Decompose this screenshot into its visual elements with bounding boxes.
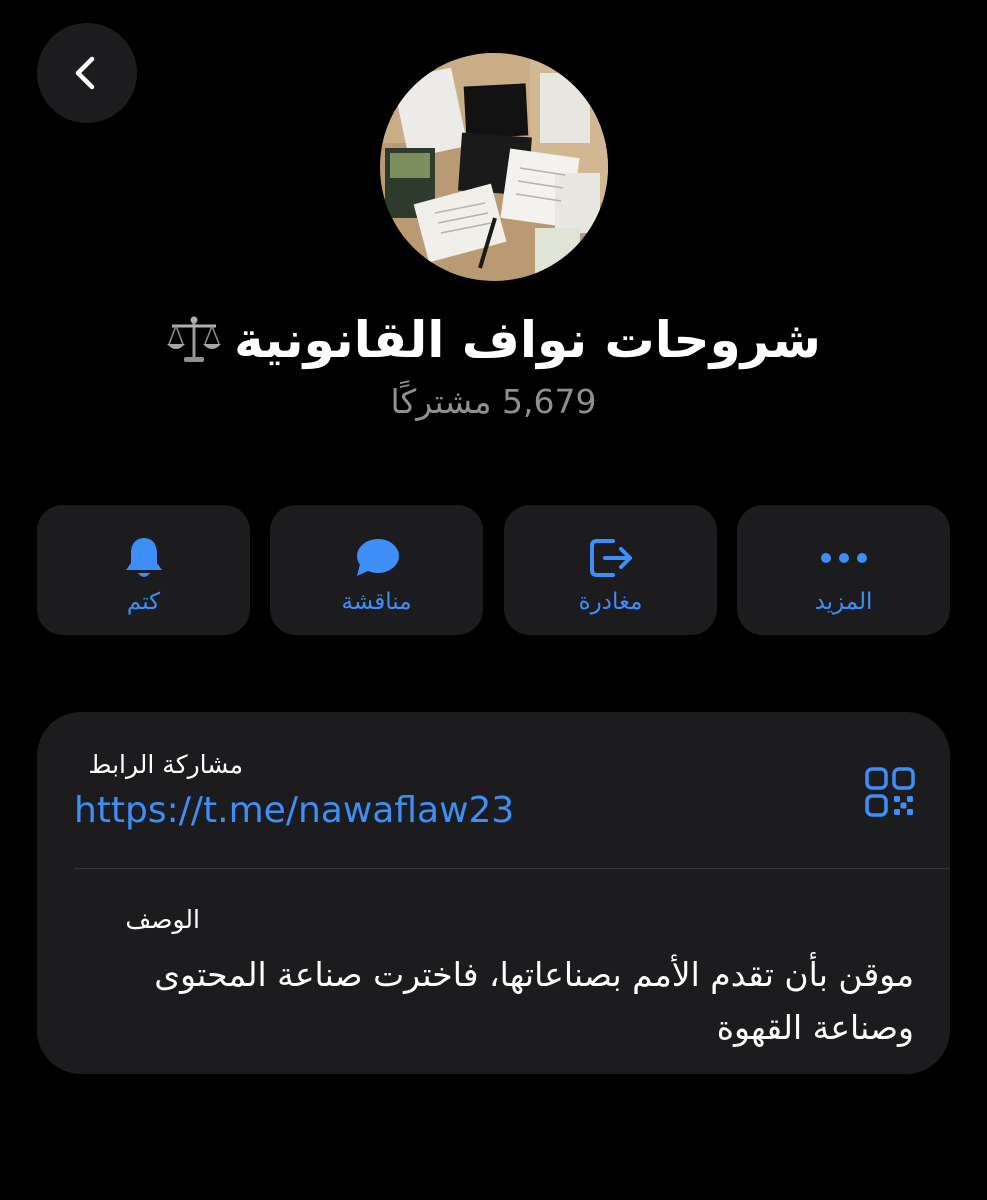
mute-label: كتم [126, 589, 161, 615]
info-divider [74, 868, 950, 869]
discussion-label: مناقشة [341, 589, 412, 615]
subscriber-count: 5,679 مشتركًا [390, 382, 597, 421]
leave-button[interactable]: مغادرة [504, 505, 717, 635]
mute-button[interactable]: كتم [37, 505, 250, 635]
balance-scale-icon [166, 314, 222, 366]
more-dots-icon [820, 553, 867, 563]
chevron-left-icon [75, 56, 95, 90]
channel-title: شروحات نواف القانونية [234, 311, 821, 369]
action-bar: كتم مناقشة مغادرة المزيد [37, 505, 950, 635]
bell-icon [125, 538, 162, 577]
back-button[interactable] [37, 23, 137, 123]
leave-label: مغادرة [578, 589, 643, 615]
description-title: الوصف [125, 905, 200, 934]
channel-link[interactable]: https://t.me/nawaflaw23 [74, 790, 514, 831]
qr-code-button[interactable] [864, 766, 916, 818]
share-link-title: مشاركة الرابط [88, 750, 243, 779]
channel-title-row: شروحات نواف القانونية [0, 305, 987, 375]
channel-avatar[interactable] [380, 53, 608, 281]
description-text: موقن بأن تقدم الأمم بصناعاتها، فاخترت صن… [154, 955, 914, 1047]
leave-icon [589, 539, 632, 577]
more-label: المزيد [814, 589, 873, 615]
qr-code-icon [865, 767, 915, 817]
chat-bubble-icon [356, 539, 399, 576]
more-button[interactable]: المزيد [737, 505, 950, 635]
discussion-button[interactable]: مناقشة [270, 505, 483, 635]
channel-info-card: مشاركة الرابط https://t.me/nawaflaw23 ال… [37, 712, 950, 1074]
